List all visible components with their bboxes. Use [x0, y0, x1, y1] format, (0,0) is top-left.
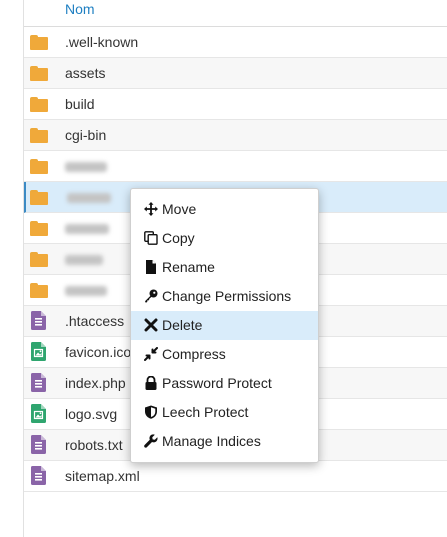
menu-item-copy[interactable]: Copy: [131, 224, 318, 253]
menu-item-delete[interactable]: Delete: [131, 311, 318, 340]
redacted-file-name[interactable]: [65, 158, 107, 176]
file-name[interactable]: cgi-bin: [65, 127, 106, 144]
folder-icon: [30, 95, 48, 113]
redacted-file-name[interactable]: [65, 251, 103, 269]
menu-item-label: Delete: [162, 317, 203, 333]
table-header: Nom: [24, 0, 447, 27]
redacted-file-name[interactable]: [65, 282, 107, 300]
copy-icon: [144, 231, 158, 245]
table-row[interactable]: .well-known: [24, 27, 447, 58]
folder-icon: [30, 126, 48, 144]
redaction-blur: [65, 224, 109, 234]
file-name[interactable]: build: [65, 96, 95, 113]
column-header-name[interactable]: Nom: [65, 1, 95, 18]
text-file-icon: [31, 311, 49, 330]
text-file-icon: [31, 435, 49, 454]
context-menu: Move Copy Rename Change Permissions Delete Co…: [130, 188, 319, 463]
image-file-icon: [31, 404, 49, 423]
menu-item-label: Change Permissions: [162, 288, 292, 304]
file-name[interactable]: logo.svg: [65, 406, 117, 423]
menu-item-label: Move: [162, 201, 197, 217]
table-row[interactable]: sitemap.xml: [24, 461, 447, 492]
compress-icon: [144, 347, 158, 361]
menu-item-change-permissions[interactable]: Change Permissions: [131, 282, 318, 311]
image-file-icon: [31, 342, 49, 361]
file-name[interactable]: robots.txt: [65, 437, 123, 454]
menu-item-label: Copy: [162, 230, 195, 246]
folder-icon: [30, 250, 48, 268]
table-row[interactable]: assets: [24, 58, 447, 89]
menu-item-label: Rename: [162, 259, 215, 275]
table-row[interactable]: cgi-bin: [24, 120, 447, 151]
menu-item-label: Manage Indices: [162, 433, 261, 449]
table-row[interactable]: build: [24, 89, 447, 120]
redaction-blur: [65, 286, 107, 296]
shield-icon: [144, 405, 158, 419]
menu-item-compress[interactable]: Compress: [131, 340, 318, 369]
redaction-blur: [65, 162, 107, 172]
file-name[interactable]: .well-known: [65, 34, 138, 51]
folder-icon: [30, 33, 48, 51]
menu-item-password-protect[interactable]: Password Protect: [131, 369, 318, 398]
folder-icon: [30, 64, 48, 82]
move-icon: [144, 202, 158, 216]
file-name[interactable]: index.php: [65, 375, 126, 392]
text-file-icon: [31, 466, 49, 485]
menu-item-move[interactable]: Move: [131, 195, 318, 224]
menu-item-leech-protect[interactable]: Leech Protect: [131, 398, 318, 427]
folder-icon: [30, 157, 48, 175]
left-gutter: [0, 0, 24, 537]
file-name[interactable]: .htaccess: [65, 313, 124, 330]
redacted-file-name[interactable]: [67, 189, 111, 207]
file-name[interactable]: sitemap.xml: [65, 468, 140, 485]
lock-icon: [144, 375, 158, 390]
file-name[interactable]: assets: [65, 65, 105, 82]
menu-item-rename[interactable]: Rename: [131, 253, 318, 282]
table-row[interactable]: [24, 151, 447, 182]
folder-icon: [30, 219, 48, 237]
folder-icon: [30, 281, 48, 299]
menu-item-label: Compress: [162, 346, 226, 362]
menu-item-manage-indices[interactable]: Manage Indices: [131, 427, 318, 456]
menu-item-label: Leech Protect: [162, 404, 249, 420]
text-file-icon: [31, 373, 49, 392]
key-icon: [144, 289, 158, 303]
wrench-icon: [144, 434, 158, 448]
file-icon: [144, 260, 158, 274]
redaction-blur: [67, 193, 111, 203]
file-name[interactable]: favicon.ico: [65, 344, 131, 361]
menu-item-label: Password Protect: [162, 375, 272, 391]
folder-icon: [30, 188, 48, 206]
redacted-file-name[interactable]: [65, 220, 109, 238]
redaction-blur: [65, 255, 103, 265]
close-icon: [144, 318, 158, 332]
